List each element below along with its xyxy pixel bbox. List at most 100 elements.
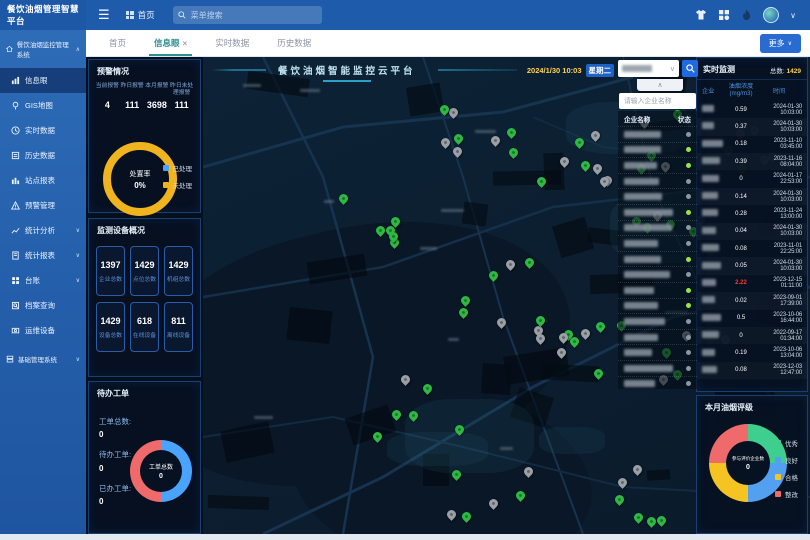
table-row[interactable]: 2.222023-12-15 01:11:00	[697, 275, 807, 292]
table-row[interactable]: 02024-01-17 22:53:00	[697, 170, 807, 187]
tab-实时数据[interactable]: 实时数据	[202, 30, 262, 56]
close-tab-icon[interactable]: ×	[183, 39, 188, 48]
alarm-stat-value: 111	[169, 100, 194, 110]
collapse-list-button[interactable]: ∧	[637, 79, 683, 91]
sidebar-item-站点报表[interactable]: 站点报表	[0, 168, 86, 193]
list-item[interactable]	[618, 313, 697, 329]
workorder-label: 待办工单:	[99, 450, 131, 459]
density-value: 0.18	[726, 141, 756, 147]
table-row[interactable]: 0.022023-09-01 17:39:00	[697, 292, 807, 309]
device-stat-label: 离线设备	[165, 330, 192, 339]
list-item[interactable]	[618, 282, 697, 298]
list-item[interactable]	[618, 376, 697, 390]
sidebar-item-预警管理[interactable]: 预警管理	[0, 193, 86, 218]
list-item[interactable]	[618, 235, 697, 251]
table-row[interactable]: 0.182023-11-10 03:45:00	[697, 136, 807, 153]
system-icon	[6, 355, 14, 363]
density-value: 0.37	[726, 124, 756, 130]
company-name-redacted	[702, 279, 726, 288]
flame-icon[interactable]	[741, 9, 752, 21]
sidebar-item-历史数据[interactable]: 历史数据	[0, 143, 86, 168]
layout-grid-icon[interactable]	[718, 9, 730, 21]
sidebar-item-信息眼[interactable]: 信息眼	[0, 68, 86, 93]
company-type-select[interactable]: ∨	[618, 60, 679, 77]
device-stat-box: 1429设备总数	[96, 302, 125, 352]
status-dot	[686, 210, 691, 215]
company-name-redacted	[624, 146, 661, 153]
hamburger-menu-icon[interactable]: ☰	[98, 7, 110, 23]
list-item[interactable]	[618, 173, 697, 189]
table-row[interactable]: 0.52023-10-06 16:44:00	[697, 310, 807, 327]
sidebar-item-label: 信息眼	[25, 75, 48, 86]
redacted-block	[702, 314, 721, 321]
list-item[interactable]	[618, 142, 697, 158]
sidebar-item-GIS地图[interactable]: GIS地图	[0, 93, 86, 118]
company-name-redacted	[624, 209, 673, 216]
table-row[interactable]: 0.082023-12-03 12:47:00	[697, 362, 807, 379]
list-item[interactable]	[618, 329, 697, 345]
list-item[interactable]	[618, 220, 697, 236]
list-item[interactable]	[618, 298, 697, 314]
record-time: 2023-10-06 13:04:00	[756, 347, 802, 359]
breadcrumb[interactable]: 首页	[126, 9, 155, 21]
company-name-redacted	[702, 227, 726, 236]
table-row[interactable]: 0.392023-11-16 08:04:00	[697, 153, 807, 170]
redacted-block	[702, 227, 716, 234]
status-dot	[686, 303, 691, 308]
list-item[interactable]	[618, 360, 697, 376]
status-dot	[686, 319, 691, 324]
company-name-redacted	[624, 240, 658, 247]
sidebar-item-统计分析[interactable]: 统计分析∨	[0, 218, 86, 243]
company-name-redacted	[702, 314, 726, 323]
tab-bar: 首页信息眼×实时数据历史数据 更多∨	[86, 30, 810, 57]
sidebar-section-base-system[interactable]: 基础管理系统∨	[0, 345, 86, 373]
sidebar-item-台账[interactable]: 台账∨	[0, 268, 86, 293]
sidebar-item-统计报表[interactable]: 统计报表∨	[0, 243, 86, 268]
tab-历史数据[interactable]: 历史数据	[264, 30, 324, 56]
table-row[interactable]: 0.042024-01-30 10:03:00	[697, 223, 807, 240]
sidebar-section-smoke-monitor[interactable]: 餐饮油烟监控管理系统∧	[0, 30, 86, 68]
workorder-value: 0	[99, 463, 131, 475]
map-text-label	[243, 84, 261, 87]
company-name-redacted	[624, 162, 657, 169]
table-row[interactable]: 0.592024-01-30 10:03:00	[697, 101, 807, 118]
list-item[interactable]	[618, 344, 697, 360]
chevron-down-icon: ∨	[76, 252, 80, 259]
rating-panel-title: 本月油烟评级	[697, 396, 807, 415]
list-item[interactable]	[618, 188, 697, 204]
sidebar-item-实时数据[interactable]: 实时数据	[0, 118, 86, 143]
menu-search-input[interactable]	[173, 6, 322, 24]
device-stat-label: 点位总数	[131, 274, 158, 283]
workorder-row: 已办工单:0	[89, 483, 131, 508]
user-avatar[interactable]	[763, 7, 779, 23]
table-row[interactable]: 0.282023-11-24 13:00:00	[697, 205, 807, 222]
list-item[interactable]	[618, 157, 697, 173]
sidebar-item-档案查询[interactable]: 档案查询	[0, 293, 86, 318]
device-stat-value: 1429	[97, 316, 124, 326]
list-item[interactable]	[618, 204, 697, 220]
tab-信息眼[interactable]: 信息眼×	[141, 30, 200, 56]
map-search-button[interactable]	[682, 60, 698, 77]
list-item[interactable]	[618, 126, 697, 142]
list-item[interactable]	[618, 266, 697, 282]
sidebar-item-运维设备[interactable]: 运维设备	[0, 318, 86, 343]
table-row[interactable]: 0.142024-01-30 10:03:00	[697, 188, 807, 205]
table-row[interactable]: 0.372024-01-30 10:03:00	[697, 118, 807, 135]
table-row[interactable]: 0.192023-10-06 13:04:00	[697, 344, 807, 361]
chevron-down-icon[interactable]: ∨	[790, 11, 796, 20]
redacted-block	[702, 349, 715, 356]
table-row[interactable]: 0.052024-01-30 10:03:00	[697, 257, 807, 274]
company-name-redacted	[702, 209, 726, 218]
top-header: 餐饮油烟管理智慧平台 ☰ 首页 ∨	[0, 0, 810, 30]
table-row[interactable]: 0.082023-11-01 22:25:00	[697, 240, 807, 257]
company-name-input[interactable]	[619, 93, 696, 109]
skin-icon[interactable]	[695, 9, 707, 21]
company-name-redacted	[702, 349, 726, 358]
col-status: 状态	[678, 114, 691, 124]
redacted-block	[702, 175, 719, 182]
table-row[interactable]: 02022-09-17 01:34:00	[697, 327, 807, 344]
tab-首页[interactable]: 首页	[96, 30, 139, 56]
map-area-patch	[539, 427, 605, 454]
more-button[interactable]: 更多∨	[760, 34, 801, 53]
list-item[interactable]	[618, 251, 697, 267]
